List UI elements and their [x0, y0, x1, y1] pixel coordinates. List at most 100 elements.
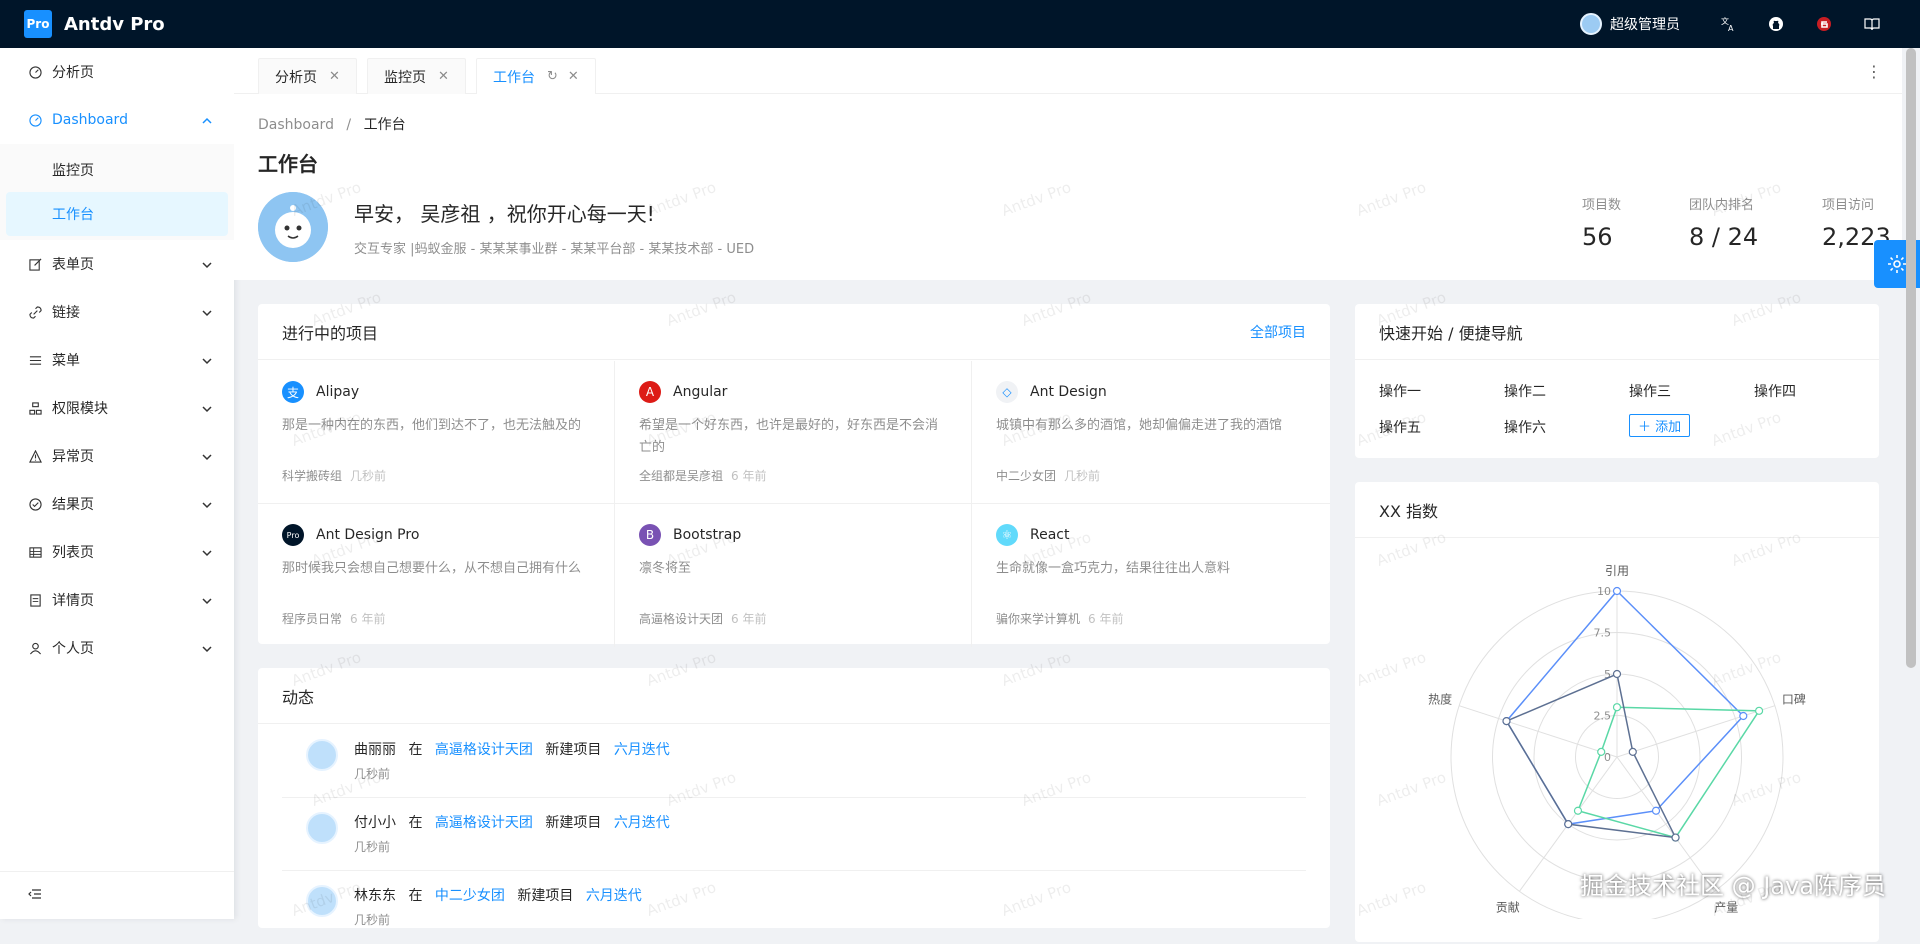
sidebar-item-account[interactable]: 个人页 [0, 624, 234, 672]
radar-axis-label: 口碑 [1782, 692, 1806, 707]
user-icon [28, 641, 42, 655]
quick-link-6[interactable]: 操作六 [1504, 417, 1546, 437]
sidebar-subitem-workplace[interactable]: 工作台 [6, 192, 228, 236]
tab-label: 工作台 [493, 69, 535, 86]
sidebar-item-label: 表单页 [52, 257, 94, 273]
tab-workplace[interactable]: 工作台 ↻ ✕ [476, 58, 596, 94]
sidebar-item-label: 异常页 [52, 449, 94, 465]
radar-point [1671, 833, 1680, 842]
radar-series-line [1576, 706, 1761, 839]
project-item[interactable]: 支 Alipay 那是一种内在的东西，他们到达不了，也无法触及的 科学搬砖组 几秒前 [258, 361, 615, 504]
sidebar-subitem-monitor[interactable]: 监控页 [0, 148, 234, 192]
quick-start-card: 快速开始 / 便捷导航 操作一 操作二 操作三 操作四 操作五 操作六 ＋ 添加 [1355, 304, 1879, 458]
more-vertical-icon[interactable]: ⋮ [1866, 62, 1882, 81]
user-name[interactable]: 超级管理员 [1610, 14, 1680, 34]
quick-link-5[interactable]: 操作五 [1379, 417, 1421, 437]
sidebar-item-link[interactable]: 链接 [0, 288, 234, 336]
project-item[interactable]: ◇ Ant Design 城镇中有那么多的酒馆，她却偏偏走进了我的酒馆 中二少女团… [972, 361, 1330, 504]
chevron-up-icon [202, 114, 212, 130]
sidebar-item-menu[interactable]: 菜单 [0, 336, 234, 384]
activity-group-link[interactable]: 高逼格设计天团 [435, 815, 533, 831]
project-name[interactable]: Ant Design Pro [316, 527, 419, 543]
sidebar-item-dashboard[interactable]: Dashboard [0, 96, 234, 144]
project-item[interactable]: Pro Ant Design Pro 那时候我只会想自己想要什么，从不想自己拥有什… [258, 504, 615, 647]
activity-item: 付小小 在 高逼格设计天团 新建项目 六月迭代 几秒前 [282, 798, 1306, 871]
multi-tab-bar: 分析页 ✕ 监控页 ✕ 工作台 ↻ ✕ ⋮ [234, 48, 1902, 94]
warning-icon [28, 449, 42, 463]
sidebar-item-profile[interactable]: 详情页 [0, 576, 234, 624]
radar-axis-line [1616, 705, 1776, 758]
sidebar-item-form[interactable]: 表单页 [0, 240, 234, 288]
activity-project-link[interactable]: 六月迭代 [614, 815, 670, 831]
project-desc: 凛冬将至 [639, 561, 692, 576]
tab-analysis[interactable]: 分析页 ✕ [258, 58, 357, 94]
top-header: Pro Antdv Pro 超级管理员 文A [0, 0, 1920, 48]
activity-group-link[interactable]: 高逼格设计天团 [435, 742, 533, 758]
collapse-sidebar-button[interactable] [0, 871, 234, 919]
project-team[interactable]: 中二少女团 [996, 469, 1056, 483]
close-icon[interactable]: ✕ [568, 69, 579, 84]
avatar [306, 885, 338, 917]
project-name[interactable]: Angular [673, 384, 727, 400]
activity-project-link[interactable]: 六月迭代 [586, 888, 642, 904]
doc-icon[interactable] [1848, 16, 1896, 32]
translate-icon[interactable]: 文A [1704, 16, 1752, 32]
project-desc: 希望是一个好东西，也许是最好的，好东西是不会消亡的 [639, 418, 939, 455]
tab-monitor[interactable]: 监控页 ✕ [367, 58, 466, 94]
github-icon[interactable] [1752, 16, 1800, 32]
project-team[interactable]: 程序员日常 [282, 612, 342, 626]
project-team[interactable]: 科学搬砖组 [282, 469, 342, 483]
cluster-icon [28, 401, 42, 415]
activity-user: 曲丽丽 [354, 742, 396, 758]
project-name[interactable]: Bootstrap [673, 527, 741, 543]
card-header: 进行中的项目 全部项目 [258, 304, 1330, 360]
breadcrumb-root[interactable]: Dashboard [258, 117, 334, 133]
sidebar-item-list[interactable]: 列表页 [0, 528, 234, 576]
chevron-down-icon [202, 450, 212, 466]
quick-link-4[interactable]: 操作四 [1754, 381, 1796, 401]
project-team[interactable]: 高逼格设计天团 [639, 612, 723, 626]
radar-point [1739, 711, 1748, 721]
activity-user: 林东东 [354, 888, 396, 904]
activity-action: 新建项目 [545, 742, 602, 758]
page-scrollbar[interactable] [1906, 48, 1916, 668]
close-icon[interactable]: ✕ [438, 69, 449, 84]
gitee-icon[interactable] [1800, 16, 1848, 32]
quick-link-3[interactable]: 操作三 [1629, 381, 1671, 401]
sidebar-item-permission[interactable]: 权限模块 [0, 384, 234, 432]
chevron-down-icon [202, 306, 212, 322]
user-avatar[interactable] [1580, 13, 1602, 35]
chevron-down-icon [202, 354, 212, 370]
project-team[interactable]: 骗你来学计算机 [996, 612, 1080, 626]
sidebar-item-exception[interactable]: 异常页 [0, 432, 234, 480]
project-name[interactable]: Alipay [316, 384, 359, 400]
quick-link-2[interactable]: 操作二 [1504, 381, 1546, 401]
quick-link-1[interactable]: 操作一 [1379, 381, 1421, 401]
tab-label: 分析页 [275, 69, 317, 86]
activity-project-link[interactable]: 六月迭代 [614, 742, 670, 758]
avatar [306, 812, 338, 844]
project-desc: 城镇中有那么多的酒馆，她却偏偏走进了我的酒馆 [996, 418, 1283, 433]
activity-group-link[interactable]: 中二少女团 [435, 888, 505, 904]
activity-action: 新建项目 [517, 888, 574, 904]
stat-label: 项目访问 [1822, 198, 1875, 213]
project-item[interactable]: ⚛ React 生命就像一盒巧克力，结果往往出人意料 骗你来学计算机 6 年前 [972, 504, 1330, 647]
project-time: 几秒前 [350, 469, 387, 483]
project-item[interactable]: B Bootstrap 凛冬将至 高逼格设计天团 6 年前 [615, 504, 972, 647]
app-logo[interactable]: Pro Antdv Pro [24, 10, 165, 38]
link-icon [28, 305, 42, 319]
project-team[interactable]: 全组都是吴彦祖 [639, 469, 723, 483]
sidebar-item-analysis[interactable]: 分析页 [0, 48, 234, 96]
project-name[interactable]: Ant Design [1030, 384, 1107, 400]
project-desc: 那时候我只会想自己想要什么，从不想自己拥有什么 [282, 561, 582, 576]
add-quick-link-button[interactable]: ＋ 添加 [1629, 414, 1691, 437]
stat-projects: 项目数 56 [1582, 194, 1621, 251]
project-item[interactable]: A Angular 希望是一个好东西，也许是最好的，好东西是不会消亡的 全组都是吴… [615, 361, 972, 504]
form-icon [28, 257, 42, 271]
sidebar-item-result[interactable]: 结果页 [0, 480, 234, 528]
radar-point [1612, 703, 1622, 712]
all-projects-link[interactable]: 全部项目 [1250, 322, 1306, 342]
project-name[interactable]: React [1030, 527, 1069, 543]
close-icon[interactable]: ✕ [329, 69, 340, 84]
reload-icon[interactable]: ↻ [547, 69, 558, 84]
